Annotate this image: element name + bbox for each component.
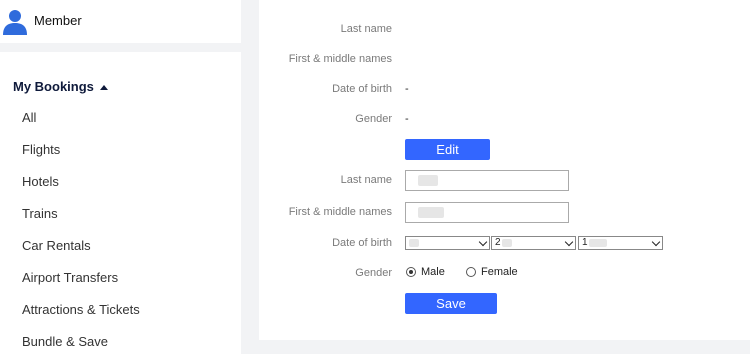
dob-month-select[interactable]: 2 <box>491 236 576 250</box>
gender-male-label[interactable]: Male <box>421 266 445 278</box>
dob-year-value: 1 <box>582 237 588 248</box>
gender-male-radio[interactable] <box>406 267 416 277</box>
nav-item-attractions-tickets[interactable]: Attractions & Tickets <box>22 302 140 317</box>
dob-month-value: 2 <box>495 237 501 248</box>
blurred-text <box>418 207 444 218</box>
edit-button[interactable]: Edit <box>405 139 490 160</box>
caret-up-icon <box>99 84 108 90</box>
nav-item-trains[interactable]: Trains <box>22 206 58 221</box>
member-card: Member <box>0 0 241 43</box>
nav-item-flights[interactable]: Flights <box>22 142 60 157</box>
nav-item-all[interactable]: All <box>22 110 36 125</box>
first-middle-names-input[interactable] <box>405 202 569 223</box>
profile-panel: Last name First & middle names Date of b… <box>259 0 750 340</box>
my-bookings-heading: My Bookings <box>13 79 94 94</box>
date-of-birth-value: - <box>405 83 409 95</box>
gender-female-label[interactable]: Female <box>481 266 518 278</box>
gender-female-radio[interactable] <box>466 267 476 277</box>
gender-value: - <box>405 113 409 125</box>
blurred-text <box>409 239 419 247</box>
nav-item-bundle-save[interactable]: Bundle & Save <box>22 334 108 349</box>
first-middle-names-label: First & middle names <box>288 53 392 65</box>
first-middle-names-field-label: First & middle names <box>288 206 392 218</box>
my-bookings-toggle[interactable]: My Bookings <box>13 79 108 94</box>
user-avatar-icon <box>3 10 27 35</box>
dob-day-select[interactable] <box>405 236 490 250</box>
member-name: Member <box>34 13 82 28</box>
last-name-input[interactable] <box>405 170 569 191</box>
nav-item-car-rentals[interactable]: Car Rentals <box>22 238 91 253</box>
chevron-down-icon <box>651 237 661 247</box>
bookings-sidebar: My Bookings All Flights Hotels Trains Ca… <box>0 52 241 354</box>
blurred-text <box>418 175 438 186</box>
last-name-field-label: Last name <box>340 174 392 186</box>
nav-item-airport-transfers[interactable]: Airport Transfers <box>22 270 118 285</box>
gender-field-label: Gender <box>355 267 392 279</box>
nav-item-hotels[interactable]: Hotels <box>22 174 59 189</box>
date-of-birth-field-label: Date of birth <box>332 237 392 249</box>
dob-year-select[interactable]: 1 <box>578 236 663 250</box>
last-name-label: Last name <box>340 23 392 35</box>
save-button[interactable]: Save <box>405 293 497 314</box>
blurred-text <box>502 239 512 247</box>
date-of-birth-label: Date of birth <box>332 83 392 95</box>
blurred-text <box>589 239 607 247</box>
gender-label: Gender <box>355 113 392 125</box>
chevron-down-icon <box>564 237 574 247</box>
chevron-down-icon <box>478 237 488 247</box>
